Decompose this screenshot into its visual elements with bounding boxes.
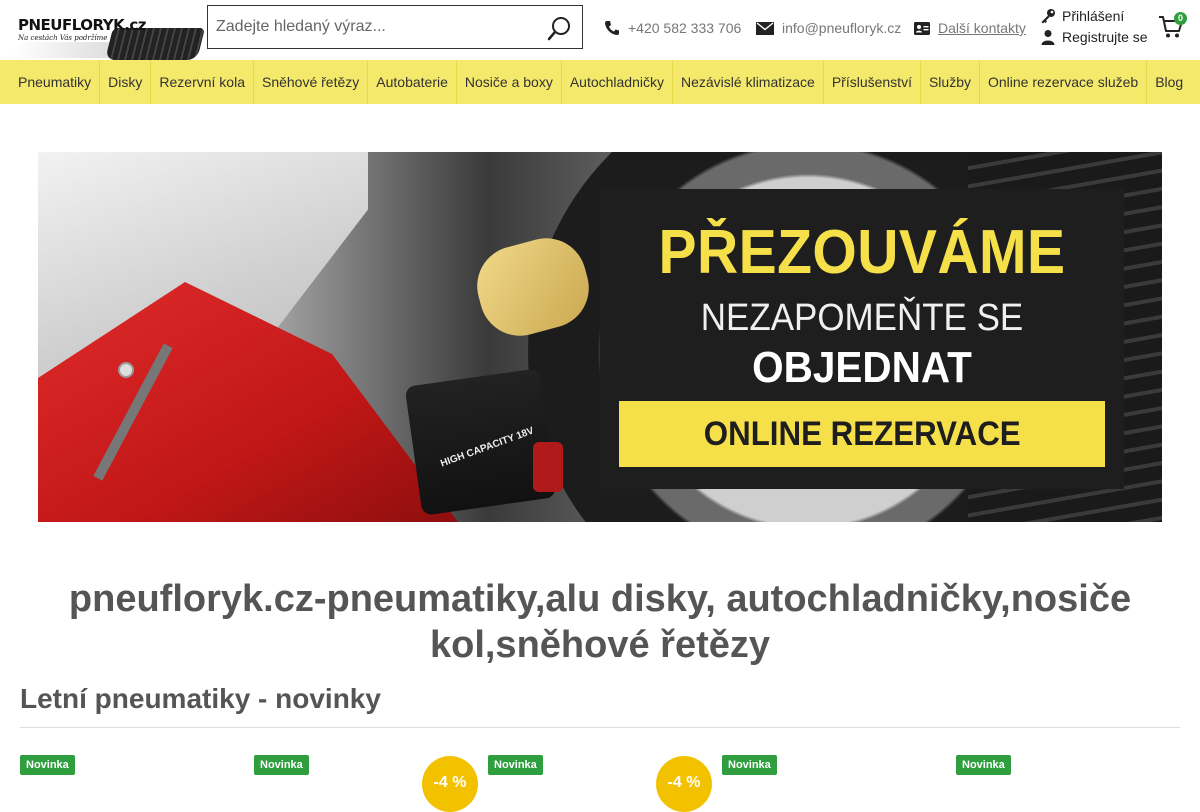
search-box (207, 5, 583, 49)
banner-drill-accent (533, 442, 563, 492)
search-button[interactable] (546, 14, 574, 42)
nav-item-online-rezervace[interactable]: Online rezervace služeb (980, 60, 1148, 104)
nav-item-nosice-a-boxy[interactable]: Nosiče a boxy (457, 60, 562, 104)
banner-subtitle-bold: OBJEDNAT (752, 343, 972, 392)
section-title-summer-tires: Letní pneumatiky - novinky (20, 683, 381, 714)
nav-item-snehove-retezy[interactable]: Sněhové řetězy (254, 60, 369, 104)
nav-item-pneumatiky[interactable]: Pneumatiky (0, 60, 101, 104)
nav-item-nezavisle-klimatizace[interactable]: Nezávislé klimatizace (673, 60, 824, 104)
login-text: Přihlášení (1062, 8, 1125, 24)
cart-count-badge: 0 (1174, 12, 1187, 25)
user-icon (1041, 30, 1055, 45)
product-new-badge: Novinka (956, 755, 1011, 775)
product-discount-badge: -4 % (656, 756, 712, 812)
cart-button[interactable]: 0 (1158, 12, 1187, 42)
search-input[interactable] (208, 6, 528, 48)
envelope-icon (756, 21, 774, 35)
more-contacts-text: Další kontakty (938, 20, 1026, 36)
contact-phone-text: +420 582 333 706 (628, 20, 742, 36)
search-icon (547, 17, 570, 41)
banner-subtitle: NEZAPOMEŇTE SE (700, 297, 1024, 339)
register-link[interactable]: Registrujte se (1040, 29, 1148, 45)
banner-promo-box: PŘEZOUVÁME NEZAPOMEŇTE SE OBJEDNAT ONLIN… (600, 189, 1124, 489)
contact-phone[interactable]: +420 582 333 706 (604, 19, 741, 37)
more-contacts-link[interactable]: Další kontakty (914, 19, 1026, 37)
contact-card-icon (914, 21, 930, 35)
nav-item-autochladnicky[interactable]: Autochladničky (562, 60, 673, 104)
contact-email-text: info@pneufloryk.cz (782, 20, 902, 36)
nav-item-rezervni-kola[interactable]: Rezervní kola (151, 60, 254, 104)
nav-item-sluzby[interactable]: Služby (921, 60, 980, 104)
section-divider (20, 727, 1180, 728)
product-new-badge: Novinka (722, 755, 777, 775)
logo-brand-text: PNEUFLORYK.cz (18, 16, 147, 34)
logo-tagline: Na cestách Vás podržíme (18, 34, 108, 42)
banner-title: PŘEZOUVÁME (658, 218, 1066, 287)
page-title: pneufloryk.cz-pneumatiky,alu disky, auto… (68, 578, 1132, 666)
main-navigation: Pneumatiky Disky Rezervní kola Sněhové ř… (0, 60, 1200, 104)
product-new-badge: Novinka (20, 755, 75, 775)
nav-item-blog[interactable]: Blog (1147, 60, 1191, 104)
nav-item-autobaterie[interactable]: Autobaterie (368, 60, 457, 104)
site-logo[interactable]: PNEUFLORYK.cz Na cestách Vás podržíme (12, 8, 205, 60)
product-new-badge: Novinka (488, 755, 543, 775)
contact-email[interactable]: info@pneufloryk.cz (756, 19, 901, 37)
banner-drill-image (404, 368, 557, 516)
site-header: PNEUFLORYK.cz Na cestách Vás podržíme +4… (0, 0, 1200, 60)
key-icon (1041, 9, 1055, 24)
phone-icon (605, 21, 619, 35)
banner-overall-button (118, 362, 134, 378)
login-link[interactable]: Přihlášení (1040, 8, 1124, 24)
nav-item-disky[interactable]: Disky (100, 60, 152, 104)
register-text: Registrujte se (1062, 29, 1148, 45)
online-reservation-button[interactable]: ONLINE REZERVACE (619, 401, 1105, 467)
product-new-badge: Novinka (254, 755, 309, 775)
promo-banner[interactable]: HIGH CAPACITY 18V PŘEZOUVÁME NEZAPOMEŇTE… (38, 152, 1162, 522)
nav-item-prislusenstvi[interactable]: Příslušenství (824, 60, 921, 104)
online-reservation-label: ONLINE REZERVACE (703, 415, 1021, 453)
product-discount-badge: -4 % (422, 756, 478, 812)
